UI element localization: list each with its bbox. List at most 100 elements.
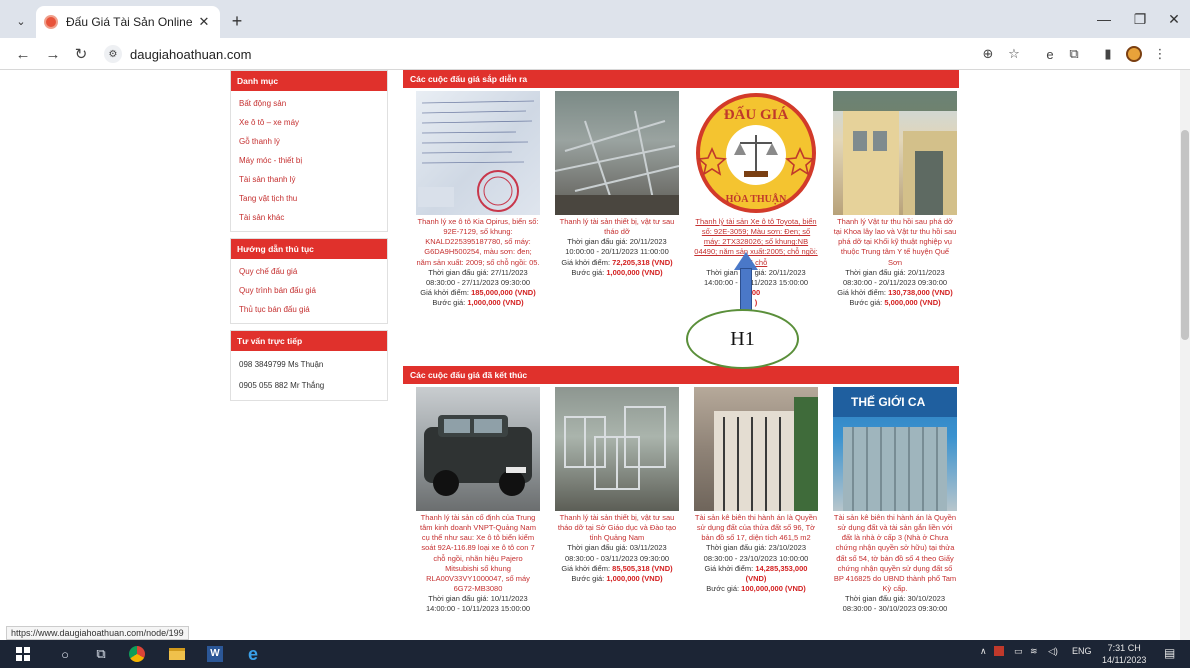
scrap-pile-graphic (555, 110, 679, 215)
sidebar-item-real-estate[interactable]: Bất động sản (231, 94, 387, 113)
sidebar-item-vehicles[interactable]: Xe ô tô – xe máy (231, 113, 387, 132)
auction-title[interactable]: Thanh lý tài sản thiết bị, vật tư sau th… (555, 513, 679, 543)
pajero-car-image[interactable] (416, 387, 540, 511)
document-scan-graphic (418, 100, 535, 212)
browser-tabstrip: ⌄ Đấu Giá Tài Sản Online | ✕ + — ❐ ✕ (0, 0, 1190, 38)
categories-heading: Danh mục (231, 71, 387, 91)
auction-title[interactable]: Tài sản kê biên thi hành án là Quyền sử … (694, 513, 818, 543)
language-indicator[interactable]: ENG (1072, 646, 1092, 656)
auction-step-price: Bước giá: 1,000,000 (VND) (571, 267, 663, 277)
car-graphic (424, 415, 532, 496)
wifi-icon[interactable]: ≋ (1030, 646, 1038, 657)
upcoming-grid: Thanh lý xe ô tô Kia Opirus, biển số: 92… (403, 88, 959, 360)
sidebar-item-other[interactable]: Tài sản khác (231, 208, 387, 227)
chrome-menu-icon[interactable]: ⋮ (1150, 44, 1170, 64)
sidebar-item-machinery[interactable]: Máy móc - thiết bị (231, 151, 387, 170)
side-panel-icon[interactable]: ▮ (1098, 44, 1118, 64)
svg-text:ĐẤU GIÁ: ĐẤU GIÁ (724, 106, 789, 123)
consult-heading: Tư vấn trực tiếp (231, 331, 387, 351)
address-bar[interactable]: ⚙ daugiahoathuan.com (98, 42, 1008, 66)
close-window-icon[interactable]: ✕ (1156, 8, 1190, 30)
browser-tab[interactable]: Đấu Giá Tài Sản Online | ✕ (36, 6, 220, 38)
consult-box: Tư vấn trực tiếp 098 3849799 Ms Thuận 09… (230, 330, 388, 401)
page-scrollbar[interactable] (1180, 70, 1190, 640)
volume-icon[interactable]: ◁) (1048, 646, 1058, 657)
finished-heading: Các cuộc đấu giá đã kết thúc (403, 366, 959, 384)
notification-icon[interactable]: ▤ (1164, 646, 1175, 660)
auction-title[interactable]: Thanh lý Vật tư thu hồi sau phá dỡ tại K… (833, 217, 957, 268)
auction-card: Thanh lý xe ô tô Kia Opirus, biển số: 92… (416, 91, 540, 357)
guide-box: Hướng dẫn thủ tục Quy chế đấu giá Quy tr… (230, 238, 388, 324)
auction-time: Thời gian đấu giá: 20/11/2023 08:30:00 -… (842, 267, 948, 287)
file-explorer-icon[interactable] (166, 644, 188, 664)
word-app-icon[interactable]: W (204, 644, 226, 664)
status-bar-url: https://www.daugiahoathuan.com/node/199 (6, 626, 189, 640)
auction-logo-graphic: ĐẤU GIÁ HÒA THUẬN (696, 93, 816, 213)
sidebar-item-confiscated[interactable]: Tang vật tịch thu (231, 189, 387, 208)
hospital-building-image[interactable] (833, 91, 957, 215)
main-content: Các cuộc đấu giá sắp diễn ra Thanh lý xe… (403, 70, 959, 617)
profile-avatar[interactable] (1124, 44, 1144, 64)
auction-card: Tài sản kê biên thi hành án là Quyền sử … (694, 387, 818, 614)
annotation-h1-label: H1 (686, 309, 799, 369)
task-view-icon[interactable]: ⧉ (90, 644, 112, 664)
restore-icon[interactable]: ❐ (1122, 8, 1158, 30)
auction-step-price: ) (754, 298, 758, 307)
auction-time: Thời gian đấu giá: 20/11/2023 10:00:00 -… (565, 237, 669, 257)
reload-icon[interactable]: ↻ (70, 43, 92, 65)
chrome-app-icon[interactable] (126, 644, 148, 664)
tray-chevron-icon[interactable]: ∧ (980, 646, 987, 657)
auction-title[interactable]: Thanh lý tài sản cố định của Trung tâm k… (416, 513, 540, 594)
sidebar: Danh mục Bất động sản Xe ô tô – xe máy G… (230, 70, 388, 407)
extensions-puzzle-icon[interactable]: ⧉ (1064, 44, 1084, 64)
auction-time: Thời gian đấu giá: 10/11/2023 14:00:00 -… (425, 594, 531, 614)
auction-title[interactable]: Thanh lý xe ô tô Kia Opirus, biển số: 92… (416, 217, 540, 268)
extension-e-icon[interactable]: e (1040, 44, 1060, 64)
forward-arrow-icon[interactable]: → (42, 43, 64, 65)
auction-step-price: Bước giá: 1,000,000 (VND) (432, 298, 524, 307)
auction-card: Thanh lý tài sản thiết bị, vật tư sau th… (555, 91, 679, 357)
search-icon[interactable]: ○ (54, 644, 76, 664)
guide-link-regulations[interactable]: Quy chế đấu giá (231, 262, 387, 281)
edge-app-icon[interactable]: e (242, 644, 264, 664)
scrollbar-thumb[interactable] (1181, 130, 1189, 340)
guide-link-procedure[interactable]: Thủ tục bán đấu giá (231, 300, 387, 319)
auction-start-price: Giá khởi điểm: 130,738,000 (VND) (837, 287, 953, 297)
auction-title[interactable]: Thanh lý tài sản thiết bị, vật tư sau th… (555, 217, 679, 237)
network-icon[interactable]: ▭ (1014, 646, 1023, 657)
auction-card: THẾ GIỚI CA Tài sản kê biên thi hành án … (833, 387, 957, 614)
auction-card: Thanh lý tài sản cố định của Trung tâm k… (416, 387, 540, 614)
house-gate-image[interactable] (694, 387, 818, 511)
hoa-thuan-logo[interactable]: ĐẤU GIÁ HÒA THUẬN (694, 91, 818, 215)
tab-search-chevron-icon[interactable]: ⌄ (10, 10, 32, 32)
auction-card: Thanh lý Vật tư thu hồi sau phá dỡ tại K… (833, 91, 957, 357)
tray-app-icon[interactable] (994, 646, 1004, 658)
windows-taskbar: ○ ⧉ W e ∧ ▭ ≋ ◁) ENG 7:31 CH 14/11/2023 … (0, 640, 1190, 668)
contact-phone-2: 0905 055 882 Mr Thắng (239, 381, 325, 390)
back-arrow-icon[interactable]: ← (12, 43, 34, 65)
dismantled-windows-image[interactable] (555, 387, 679, 511)
minimize-icon[interactable]: — (1086, 8, 1122, 30)
new-tab-plus-icon[interactable]: + (226, 10, 248, 32)
site-favicon-icon (44, 15, 58, 29)
clock[interactable]: 7:31 CH 14/11/2023 (1102, 642, 1146, 666)
shop-front-image[interactable]: THẾ GIỚI CA (833, 387, 957, 511)
shop-sign-text: THẾ GIỚI CA (851, 395, 926, 409)
sidebar-item-liquidation[interactable]: Tài sản thanh lý (231, 170, 387, 189)
auction-time: Thời gian đấu giá: 03/11/2023 08:30:00 -… (564, 543, 670, 563)
auction-start-price: Giá khởi điểm: 14,285,353,000 (VND) (704, 563, 808, 583)
windows-start-icon[interactable] (12, 644, 34, 664)
site-info-icon[interactable]: ⚙ (104, 45, 122, 63)
scrap-material-image[interactable] (555, 91, 679, 215)
guide-link-process[interactable]: Quy trình bán đấu giá (231, 281, 387, 300)
auction-start-price: 00 (751, 287, 761, 297)
car-document-image[interactable] (416, 91, 540, 215)
bookmark-star-icon[interactable]: ☆ (1004, 44, 1024, 64)
zoom-icon[interactable]: ⊕ (978, 44, 998, 64)
auction-title[interactable]: Tài sản kê biên thi hành án là Quyền sử … (833, 513, 957, 594)
tab-close-icon[interactable]: ✕ (196, 14, 212, 30)
finished-grid: Thanh lý tài sản cố định của Trung tâm k… (403, 384, 959, 617)
sidebar-item-timber[interactable]: Gỗ thanh lý (231, 132, 387, 151)
auction-step-price: Bước giá: 100,000,000 (VND) (706, 583, 806, 593)
auction-time: Thời gian đấu giá: 20/11/2023 14:00:00 -… (703, 267, 809, 287)
